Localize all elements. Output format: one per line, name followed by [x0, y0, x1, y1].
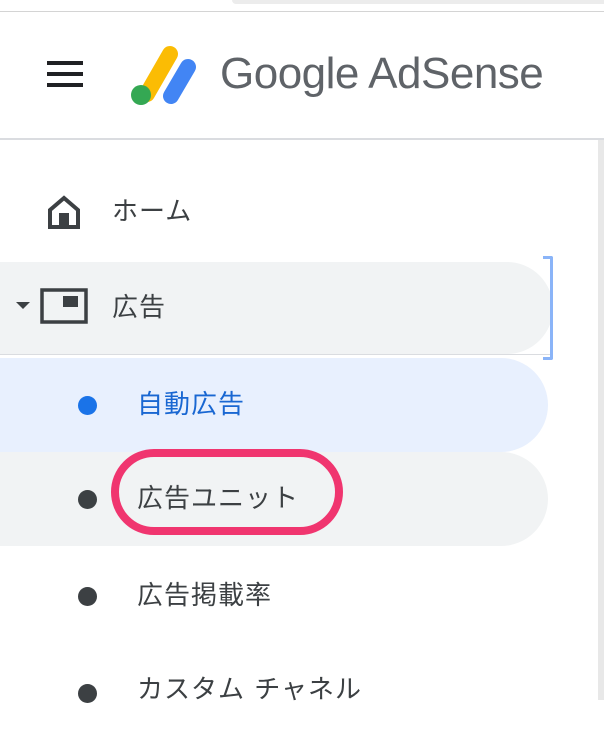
ad-unit-icon [40, 288, 88, 328]
app-header: Google AdSense [0, 12, 604, 140]
sidebar-subitem-ad-coverage[interactable]: 広告掲載率 [0, 549, 548, 643]
hamburger-menu-icon[interactable] [40, 50, 88, 98]
sidebar-subitem-label: 自動広告 [137, 390, 246, 420]
sidebar-scrollbar[interactable] [598, 140, 604, 700]
caret-down-icon[interactable] [16, 302, 30, 309]
bullet-dot-icon [78, 490, 97, 509]
home-icon [46, 194, 82, 234]
sidebar-divider [0, 354, 550, 355]
sidebar-item-home-label: ホーム [112, 197, 193, 227]
bullet-dot-icon [78, 396, 97, 415]
bullet-dot-icon [78, 587, 97, 606]
sidebar-subitem-ad-units[interactable]: 広告ユニット [0, 452, 548, 546]
sidebar-item-ads-label: 広告 [112, 293, 167, 323]
sidebar-subitem-auto-ads[interactable]: 自動広告 [0, 358, 548, 452]
sidebar-subitem-custom-channels[interactable]: カスタム チャネル [0, 643, 548, 737]
sidebar-subitem-label: 広告ユニット [137, 484, 300, 514]
browser-top-strip [0, 0, 604, 12]
sidebar-subitem-label: 広告掲載率 [137, 581, 273, 611]
sidebar-item-ads[interactable]: 広告 [0, 256, 553, 360]
bullet-dot-icon [78, 684, 97, 703]
browser-address-bar-edge [232, 0, 604, 4]
sidebar-subitem-label: カスタム チャネル [137, 675, 363, 705]
brand-title[interactable]: Google AdSense [220, 44, 544, 104]
focus-ring [543, 256, 553, 360]
adsense-logo-icon[interactable] [128, 42, 198, 116]
sidebar-item-home[interactable]: ホーム [0, 164, 550, 260]
